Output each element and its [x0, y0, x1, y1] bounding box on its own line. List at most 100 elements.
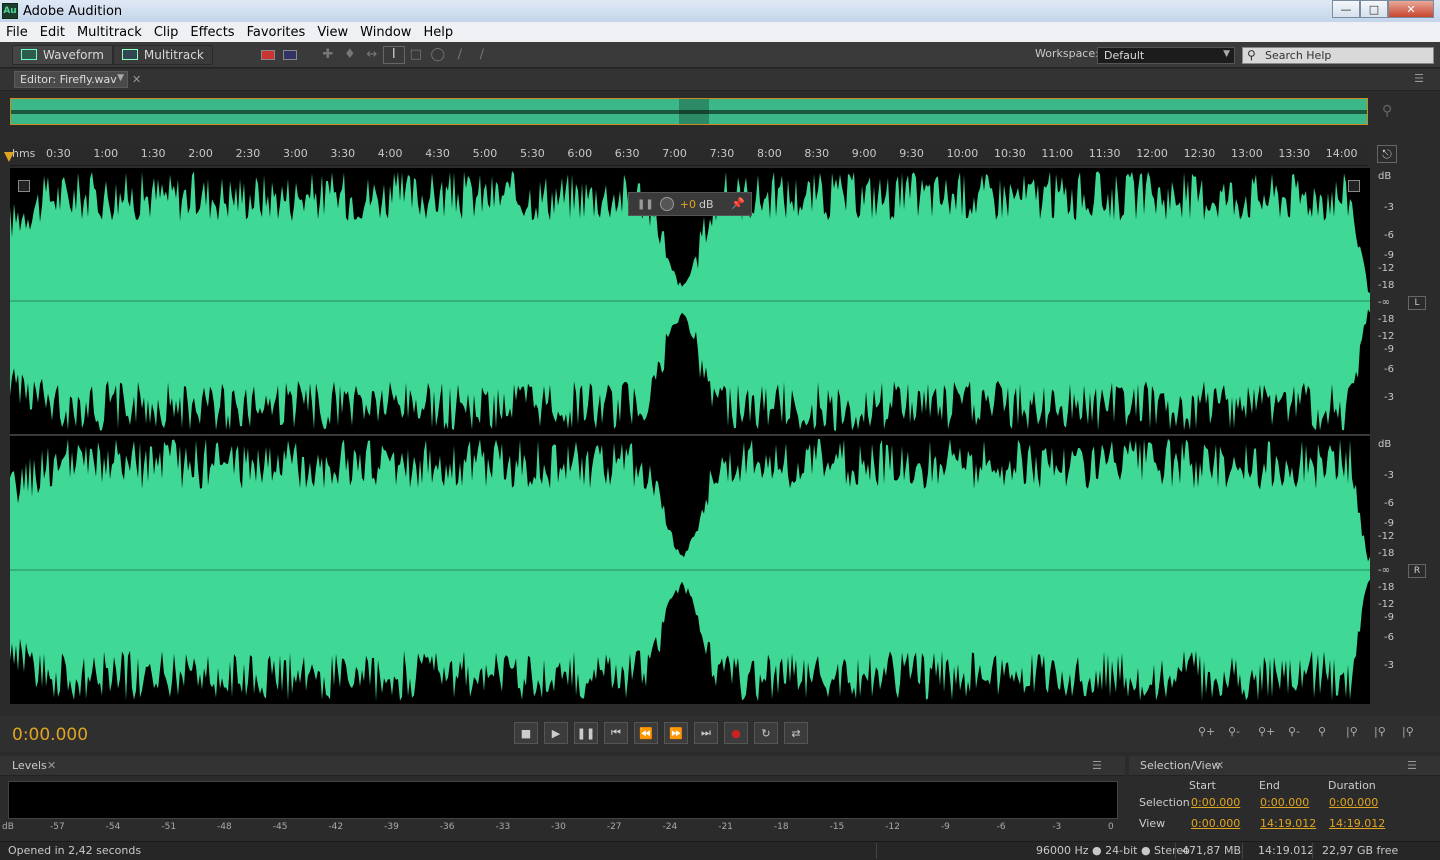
pin-icon[interactable]: 📌 — [731, 197, 745, 210]
spot-healing-tool-icon[interactable]: ∕ — [471, 46, 493, 64]
status-separator — [1242, 843, 1243, 859]
close-icon[interactable]: ✕ — [47, 759, 56, 772]
workspace-select[interactable]: Default ▼ — [1097, 47, 1235, 64]
level-meter-label: -3 — [1052, 822, 1062, 832]
zoom-in-time-icon[interactable]: ⚲+ — [1258, 725, 1275, 738]
current-time-display[interactable]: 0:00.000 — [12, 725, 88, 745]
right-channel-toggle[interactable]: R — [1408, 564, 1426, 578]
level-meter-label: -6 — [996, 822, 1006, 832]
time-ruler[interactable]: hms 0:30 1:00 1:30 2:00 2:30 3:00 3:30 4:00 4:30… — [10, 144, 1368, 166]
close-button[interactable]: ✕ — [1388, 0, 1434, 18]
view-end-field[interactable]: 14:19.012 — [1260, 817, 1316, 830]
zoom-out-amplitude-icon[interactable]: ⚲- — [1228, 725, 1240, 738]
fade-in-handle[interactable] — [18, 180, 30, 192]
play-button[interactable]: ▶ — [544, 722, 568, 744]
multitrack-mode-button[interactable]: Multitrack — [112, 44, 213, 65]
spectral-frequency-icon[interactable] — [257, 46, 279, 64]
panel-menu-icon[interactable]: ☰ — [1092, 759, 1102, 772]
right-channel-waveform — [10, 438, 1370, 702]
ruler-tick-label: 0:30 — [46, 147, 71, 160]
record-button[interactable]: ● — [724, 722, 748, 744]
marquee-tool-icon[interactable]: □ — [405, 46, 427, 64]
spectral-pitch-icon[interactable] — [279, 46, 301, 64]
db-label: -9 — [1384, 518, 1394, 529]
go-to-end-button[interactable]: ⏭ — [694, 722, 718, 744]
panel-menu-icon[interactable]: ☰ — [1407, 759, 1417, 772]
search-icon: ⚲ — [1247, 48, 1256, 62]
zoom-to-selection-icon[interactable]: ⚲ — [1382, 103, 1392, 119]
loop-button[interactable]: ↻ — [754, 722, 778, 744]
search-help-input[interactable]: ⚲ Search Help — [1242, 47, 1434, 64]
db-header: dB — [1378, 171, 1392, 182]
waveform-overview[interactable] — [10, 98, 1368, 125]
view-start-field[interactable]: 0:00.000 — [1191, 817, 1240, 830]
waveform-display[interactable] — [10, 168, 1370, 704]
close-icon[interactable]: ✕ — [1215, 759, 1224, 772]
time-selection-tool-icon[interactable]: I — [382, 45, 405, 64]
selection-view-tab[interactable]: Selection/View — [1140, 759, 1221, 772]
ruler-tick-label: 10:00 — [946, 147, 979, 160]
selection-end-field[interactable]: 0:00.000 — [1260, 796, 1309, 809]
headphones-icon[interactable]: ⎋ — [1377, 145, 1397, 163]
level-meter-label: -21 — [718, 822, 733, 832]
selection-duration-field[interactable]: 0:00.000 — [1329, 796, 1378, 809]
zoom-out-point-icon[interactable]: |⚲ — [1402, 725, 1414, 738]
menu-view[interactable]: View — [311, 25, 354, 40]
amplitude-hud[interactable]: ❚❚ +0 dB 📌 — [628, 192, 752, 216]
levels-tab[interactable]: Levels — [12, 759, 47, 772]
menu-favorites[interactable]: Favorites — [241, 25, 312, 40]
db-label: -∞ — [1378, 565, 1390, 576]
go-to-start-button[interactable]: ⏮ — [604, 722, 628, 744]
menu-file[interactable]: File — [0, 25, 34, 40]
ruler-tick-label: 12:00 — [1136, 147, 1168, 160]
lasso-tool-icon[interactable]: ◯ — [427, 46, 449, 64]
pause-button[interactable]: ❚❚ — [574, 722, 598, 744]
brush-tool-icon[interactable]: ∕ — [449, 46, 471, 64]
menu-effects[interactable]: Effects — [184, 25, 240, 40]
playhead-marker[interactable] — [4, 152, 14, 162]
editor-tab-label: Editor: Firefly.wav — [20, 73, 117, 86]
selection-view-panel-header: Selection/View ✕ ☰ — [1129, 756, 1440, 776]
move-tool-icon[interactable]: ✚ — [317, 46, 339, 64]
volume-knob-icon[interactable] — [659, 197, 674, 211]
zoom-out-time-icon[interactable]: ⚲- — [1288, 725, 1300, 738]
duration-header: Duration — [1328, 779, 1376, 792]
skip-selection-button[interactable]: ⇄ — [784, 722, 808, 744]
maximize-button[interactable]: □ — [1360, 0, 1388, 18]
editor-file-select[interactable]: Editor: Firefly.wav ▼ — [14, 71, 128, 88]
db-label: -12 — [1378, 263, 1395, 274]
right-channel[interactable] — [10, 436, 1370, 702]
zoom-selection-icon[interactable]: |⚲ — [1374, 725, 1386, 738]
razor-tool-icon[interactable]: ♦ — [339, 46, 361, 64]
fast-forward-button[interactable]: ⏩ — [664, 722, 688, 744]
fade-out-handle[interactable] — [1348, 180, 1360, 192]
zoom-in-amplitude-icon[interactable]: ⚲+ — [1198, 725, 1215, 738]
menu-window[interactable]: Window — [354, 25, 417, 40]
ruler-tick-label: 13:30 — [1278, 147, 1311, 160]
level-meter-label: -57 — [50, 822, 65, 832]
view-duration-field[interactable]: 14:19.012 — [1329, 817, 1385, 830]
panel-menu-icon[interactable]: ☰ — [1414, 72, 1424, 85]
menu-multitrack[interactable]: Multitrack — [71, 25, 148, 40]
rewind-button[interactable]: ⏪ — [634, 722, 658, 744]
rewind-icon: ⏪ — [639, 726, 653, 740]
db-header: dB — [1378, 439, 1392, 450]
level-meter-label: 0 — [1108, 822, 1114, 832]
status-free-space: 22,97 GB free — [1322, 844, 1399, 857]
ruler-tick-label: 1:30 — [140, 147, 166, 160]
zoom-out-full-icon[interactable]: ⚲ — [1318, 725, 1326, 738]
close-icon[interactable]: ✕ — [132, 73, 141, 86]
stop-button[interactable]: ■ — [514, 722, 538, 744]
db-label: -6 — [1384, 498, 1394, 509]
waveform-mode-button[interactable]: Waveform — [12, 44, 113, 65]
end-header: End — [1259, 779, 1280, 792]
menu-help[interactable]: Help — [417, 25, 459, 40]
slip-tool-icon[interactable]: ↔ — [361, 46, 383, 64]
menu-clip[interactable]: Clip — [148, 25, 185, 40]
selection-start-field[interactable]: 0:00.000 — [1191, 796, 1240, 809]
minimize-button[interactable]: — — [1332, 0, 1360, 18]
left-channel-toggle[interactable]: L — [1408, 296, 1426, 310]
overview-view-range[interactable] — [679, 99, 709, 124]
menu-edit[interactable]: Edit — [34, 25, 71, 40]
zoom-in-point-icon[interactable]: |⚲ — [1346, 725, 1358, 738]
